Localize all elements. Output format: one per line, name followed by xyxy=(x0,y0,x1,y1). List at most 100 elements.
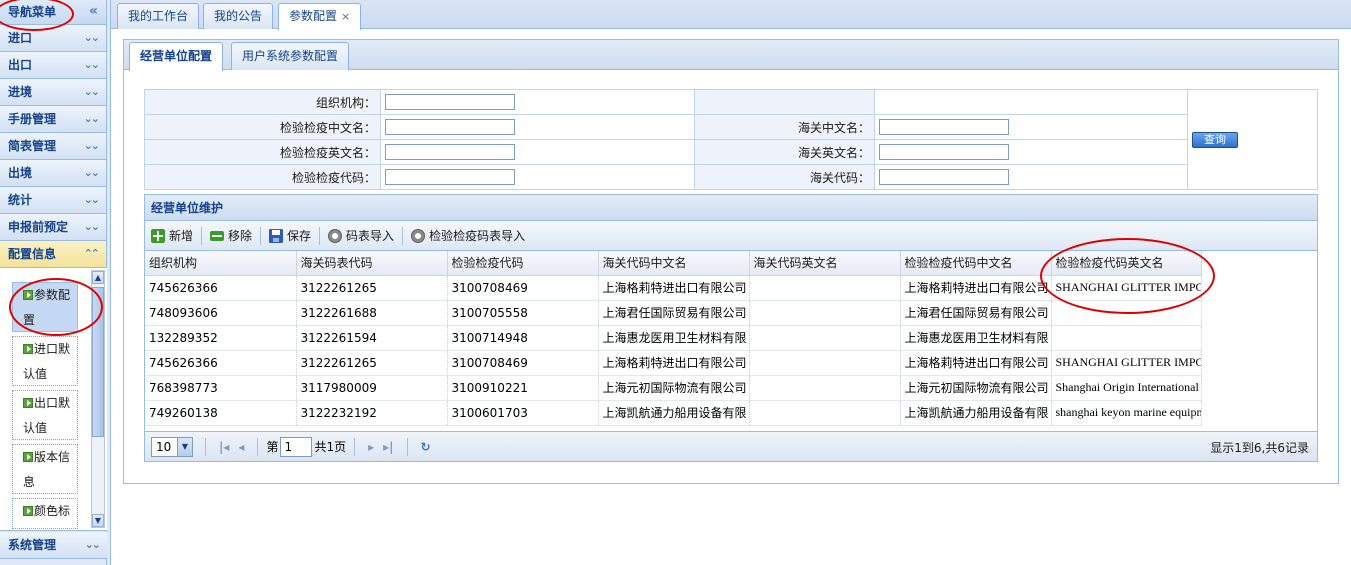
save-button[interactable]: 保存 xyxy=(269,227,311,244)
table-cell[interactable]: 上海格莉特进出口有限公司 xyxy=(900,275,1052,301)
customs-code-input[interactable] xyxy=(879,169,1009,185)
close-icon[interactable]: × xyxy=(341,10,350,23)
column-header[interactable]: 海关码表代码 xyxy=(296,251,448,276)
column-header[interactable]: 检验检疫代码 xyxy=(447,251,599,276)
scroll-up-icon[interactable]: ▲ xyxy=(92,271,104,284)
tab-business-unit-config[interactable]: 经营单位配置 xyxy=(129,42,224,71)
table-cell[interactable]: SHANGHAI GLITTER IMPO xyxy=(1051,350,1202,376)
table-row[interactable]: 132289352 3122261594 3100714948 上海惠龙医用卫生… xyxy=(145,325,1202,351)
refresh-icon[interactable]: ↻ xyxy=(421,440,431,454)
sub-item-param-config[interactable]: 参数配置 xyxy=(12,282,78,332)
sub-item-color-config[interactable]: 颜色标识配置 xyxy=(12,498,78,529)
table-row[interactable]: 745626366 3122261265 3100708469 上海格莉特进出口… xyxy=(145,350,1202,376)
table-cell[interactable]: 上海格莉特进出口有限公司 xyxy=(598,275,750,301)
page-number-input[interactable] xyxy=(280,436,313,457)
table-cell[interactable]: 3122261594 xyxy=(296,325,448,351)
table-cell[interactable]: 3100601703 xyxy=(447,400,599,426)
sub-item-import-default[interactable]: 进口默认值 xyxy=(12,336,78,386)
table-row[interactable]: 748093606 3122261688 3100705558 上海君任国际贸易… xyxy=(145,300,1202,326)
table-cell[interactable]: 132289352 xyxy=(145,325,297,351)
import-ciq-table-button[interactable]: 检验检疫码表导入 xyxy=(411,227,525,244)
page-size-select[interactable]: 10 ▼ xyxy=(151,436,193,457)
table-cell[interactable]: 3100708469 xyxy=(447,350,599,376)
table-cell[interactable]: 3122261265 xyxy=(296,275,448,301)
tab-param-config[interactable]: 参数配置 × xyxy=(278,3,362,30)
table-cell[interactable]: 3117980009 xyxy=(296,375,448,401)
ciq-en-name-input[interactable] xyxy=(385,144,515,160)
remove-button[interactable]: 移除 xyxy=(210,227,252,244)
nav-item-outbound[interactable]: 出境 ⌄⌄ xyxy=(0,160,106,187)
nav-item-config[interactable]: 配置信息 ⌃⌃ xyxy=(0,241,106,268)
table-cell[interactable]: 768398773 xyxy=(145,375,297,401)
table-row[interactable]: 768398773 3117980009 3100910221 上海元初国际物流… xyxy=(145,375,1202,401)
table-cell[interactable]: 3100708469 xyxy=(447,275,599,301)
tab-user-system-config[interactable]: 用户系统参数配置 xyxy=(231,42,350,70)
add-button[interactable]: 新增 xyxy=(151,227,193,244)
column-header[interactable]: 检验检疫代码英文名 xyxy=(1051,251,1202,276)
table-cell[interactable]: 748093606 xyxy=(145,300,297,326)
column-header[interactable]: 检验检疫代码中文名 xyxy=(900,251,1052,276)
table-cell[interactable] xyxy=(749,375,901,401)
table-cell[interactable] xyxy=(749,400,901,426)
first-page-icon[interactable]: |◂ xyxy=(219,440,229,454)
column-header[interactable]: 组织机构 xyxy=(145,251,297,276)
org-input[interactable] xyxy=(385,94,515,110)
table-row[interactable]: 745626366 3122261265 3100708469 上海格莉特进出口… xyxy=(145,275,1202,301)
table-cell[interactable]: 749260138 xyxy=(145,400,297,426)
table-cell[interactable]: 3122261265 xyxy=(296,350,448,376)
dropdown-arrow-icon[interactable]: ▼ xyxy=(177,437,192,456)
table-cell[interactable]: 上海元初国际物流有限公司 xyxy=(900,375,1052,401)
customs-en-name-input[interactable] xyxy=(879,144,1009,160)
nav-item-inbound[interactable]: 进境 ⌄⌄ xyxy=(0,79,106,106)
nav-item-import[interactable]: 进口 ⌄⌄ xyxy=(0,25,106,52)
table-cell[interactable]: Shanghai Origin International L xyxy=(1051,375,1202,401)
nav-item-stats[interactable]: 统计 ⌄⌄ xyxy=(0,187,106,214)
nav-item-brief[interactable]: 简表管理 ⌄⌄ xyxy=(0,133,106,160)
table-cell[interactable]: 上海惠龙医用卫生材料有限 xyxy=(900,325,1052,351)
scrollbar-thumb[interactable] xyxy=(92,287,104,437)
collapse-sidebar-icon[interactable]: « xyxy=(89,0,98,24)
nav-item-system[interactable]: 系统管理 ⌄⌄ xyxy=(0,532,107,559)
sub-item-version-info[interactable]: 版本信息 xyxy=(12,444,78,494)
table-cell[interactable]: 3122261688 xyxy=(296,300,448,326)
nav-item-manual[interactable]: 手册管理 ⌄⌄ xyxy=(0,106,106,133)
nav-menu-title[interactable]: 导航菜单 « xyxy=(0,0,106,25)
ciq-code-input[interactable] xyxy=(385,169,515,185)
customs-cn-name-input[interactable] xyxy=(879,119,1009,135)
table-cell[interactable]: 3100910221 xyxy=(447,375,599,401)
table-cell[interactable]: 上海惠龙医用卫生材料有限 xyxy=(598,325,750,351)
table-cell[interactable]: 上海格莉特进出口有限公司 xyxy=(598,350,750,376)
table-cell[interactable] xyxy=(1051,300,1202,326)
subpanel-scrollbar[interactable]: ▲ ▼ xyxy=(91,270,105,528)
import-code-table-button[interactable]: 码表导入 xyxy=(328,227,394,244)
table-cell[interactable]: shanghai keyon marine equipm xyxy=(1051,400,1202,426)
sub-item-export-default[interactable]: 出口默认值 xyxy=(12,390,78,440)
table-cell[interactable]: 上海凯航通力船用设备有限 xyxy=(900,400,1052,426)
table-cell[interactable] xyxy=(749,300,901,326)
table-cell[interactable] xyxy=(749,275,901,301)
table-cell[interactable]: 745626366 xyxy=(145,275,297,301)
column-header[interactable]: 海关代码英文名 xyxy=(749,251,901,276)
table-cell[interactable] xyxy=(1051,325,1202,351)
prev-page-icon[interactable]: ◂ xyxy=(238,440,244,454)
table-cell[interactable]: 3100705558 xyxy=(447,300,599,326)
table-row[interactable]: 749260138 3122232192 3100601703 上海凯航通力船用… xyxy=(145,400,1202,426)
tab-workbench[interactable]: 我的工作台 xyxy=(117,3,200,29)
table-cell[interactable]: 3100714948 xyxy=(447,325,599,351)
table-cell[interactable] xyxy=(749,350,901,376)
nav-item-prebooking[interactable]: 申报前预定 ⌄⌄ xyxy=(0,214,106,241)
table-cell[interactable]: 745626366 xyxy=(145,350,297,376)
table-cell[interactable]: SHANGHAI GLITTER IMPO xyxy=(1051,275,1202,301)
table-cell[interactable]: 3122232192 xyxy=(296,400,448,426)
table-cell[interactable]: 上海元初国际物流有限公司 xyxy=(598,375,750,401)
table-cell[interactable]: 上海格莉特进出口有限公司 xyxy=(900,350,1052,376)
table-cell[interactable]: 上海凯航通力船用设备有限 xyxy=(598,400,750,426)
table-cell[interactable] xyxy=(749,325,901,351)
query-button[interactable]: 查询 xyxy=(1192,131,1238,148)
table-cell[interactable]: 上海君任国际贸易有限公司 xyxy=(900,300,1052,326)
tab-notices[interactable]: 我的公告 xyxy=(203,3,274,29)
column-header[interactable]: 海关代码中文名 xyxy=(598,251,750,276)
nav-item-export[interactable]: 出口 ⌄⌄ xyxy=(0,52,106,79)
next-page-icon[interactable]: ▸ xyxy=(368,440,374,454)
last-page-icon[interactable]: ▸| xyxy=(383,440,393,454)
